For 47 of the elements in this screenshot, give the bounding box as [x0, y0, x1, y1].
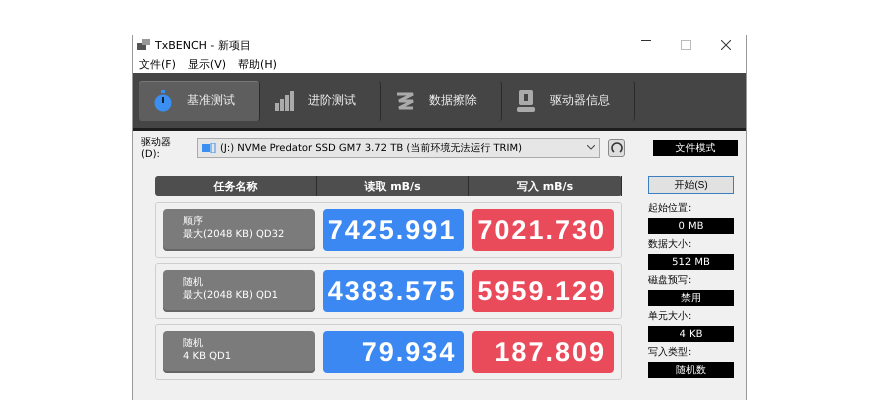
column-header: 写入 mB/s — [469, 176, 622, 196]
tab[interactable]: 基准测试 — [139, 80, 260, 120]
setting-value: 随机数 — [648, 362, 734, 378]
setting-label: 单元大小: — [648, 310, 692, 323]
task-name: 顺序 — [183, 215, 204, 228]
close-icon[interactable] — [721, 40, 731, 50]
drive-icon — [202, 142, 216, 152]
stopwatch-icon — [153, 90, 173, 112]
drive-dropdown[interactable]: (J:) NVMe Predator SSD GM7 3.72 TB (当前环境无法运行 TRIM) — [196, 138, 600, 158]
refresh-icon — [610, 142, 622, 154]
file-mode-button[interactable]: 文件模式 — [653, 140, 738, 156]
setting-label: 写入类型: — [648, 346, 692, 359]
window-title: TxBENCH - 新项目 — [155, 38, 252, 52]
menu-item[interactable]: 显示(V) — [188, 56, 226, 72]
write-result: 7021.730 — [472, 209, 614, 251]
setting-label: 数据大小: — [648, 238, 692, 251]
read-result: 4383.575 — [322, 270, 464, 312]
column-header: 任务名称 — [155, 176, 317, 196]
start-button[interactable]: 开始(S) — [648, 176, 734, 194]
task-name: 随机 — [183, 337, 204, 350]
task-detail: 最大(2048 KB) QD32 — [183, 228, 286, 241]
setting-value: 禁用 — [648, 290, 734, 306]
app-icon — [137, 39, 151, 51]
task-name: 随机 — [183, 276, 204, 289]
zigzag-icon — [395, 90, 415, 110]
caret-icon — [586, 145, 595, 150]
task-detail: 最大(2048 KB) QD1 — [183, 289, 279, 302]
tab[interactable]: 进阶测试 — [260, 80, 381, 120]
menu-item[interactable]: 文件(F) — [139, 56, 176, 72]
tab[interactable]: 驱动器信息 — [502, 80, 635, 120]
drive-icon — [516, 90, 536, 112]
setting-value: 0 MB — [648, 218, 734, 234]
write-result: 187.809 — [472, 331, 614, 373]
read-result: 7425.991 — [322, 209, 464, 251]
write-result: 5959.129 — [472, 270, 614, 312]
column-header: 读取 mB/s — [317, 176, 469, 196]
setting-value: 512 MB — [648, 254, 734, 270]
read-result: 79.934 — [322, 331, 464, 373]
setting-label: 磁盘预写: — [648, 274, 692, 287]
setting-label: 起始位置: — [648, 202, 692, 215]
drive-label: 驱动器(D): — [141, 136, 172, 160]
refresh-button[interactable] — [608, 138, 626, 156]
task-detail: 4 KB QD1 — [183, 350, 232, 363]
tab[interactable]: 数据擦除 — [381, 80, 502, 120]
setting-value: 4 KB — [648, 326, 734, 342]
bar-chart-icon — [274, 90, 294, 110]
menu-item[interactable]: 帮助(H) — [238, 56, 277, 72]
